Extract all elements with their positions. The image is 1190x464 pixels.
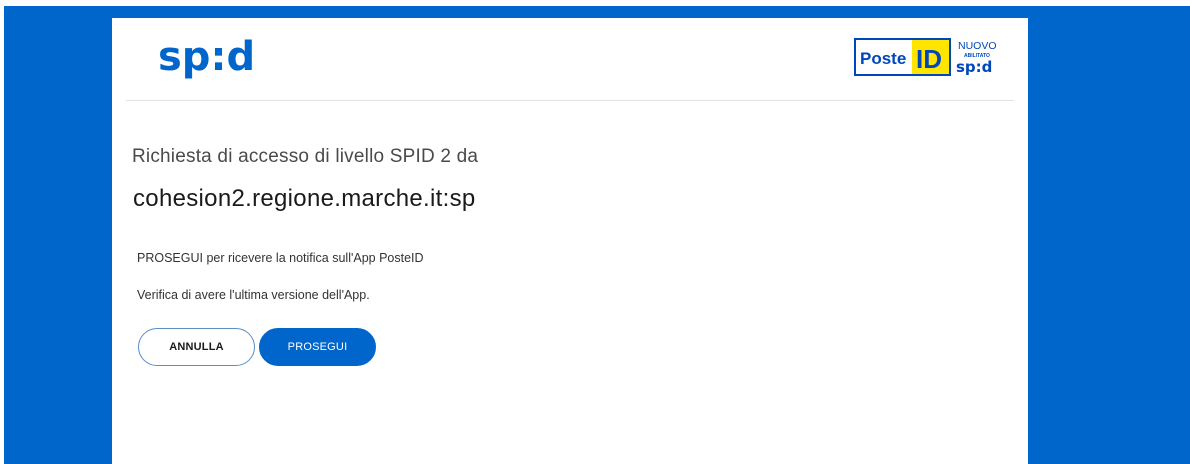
- service-provider: cohesion2.regione.marche.it:sp: [133, 185, 476, 212]
- cancel-button[interactable]: ANNULLA: [138, 328, 255, 366]
- header: sp:d Poste ID NUOVO ABILITATO sp:d: [126, 18, 1014, 101]
- spid-logo-text: sp:d: [158, 34, 255, 80]
- instruction-text: PROSEGUI per ricevere la notifica sull'A…: [137, 251, 424, 265]
- spid-logo: sp:d: [158, 34, 255, 80]
- request-line: Richiesta di accesso di livello SPID 2 d…: [132, 146, 479, 167]
- continue-button[interactable]: PROSEGUI: [259, 328, 376, 366]
- login-card: sp:d Poste ID NUOVO ABILITATO sp:d Richi…: [112, 18, 1028, 464]
- poste-logo-nuovo: NUOVO: [958, 40, 997, 52]
- poste-logo-poste: Poste: [860, 49, 906, 68]
- poste-logo-id: ID: [916, 44, 942, 74]
- version-note: Verifica di avere l'ultima versione dell…: [137, 288, 370, 302]
- page: sp:d Poste ID NUOVO ABILITATO sp:d Richi…: [0, 0, 1190, 464]
- poste-logo-spid: sp:d: [956, 58, 992, 76]
- poste-id-logo: Poste ID NUOVO ABILITATO sp:d: [854, 38, 997, 76]
